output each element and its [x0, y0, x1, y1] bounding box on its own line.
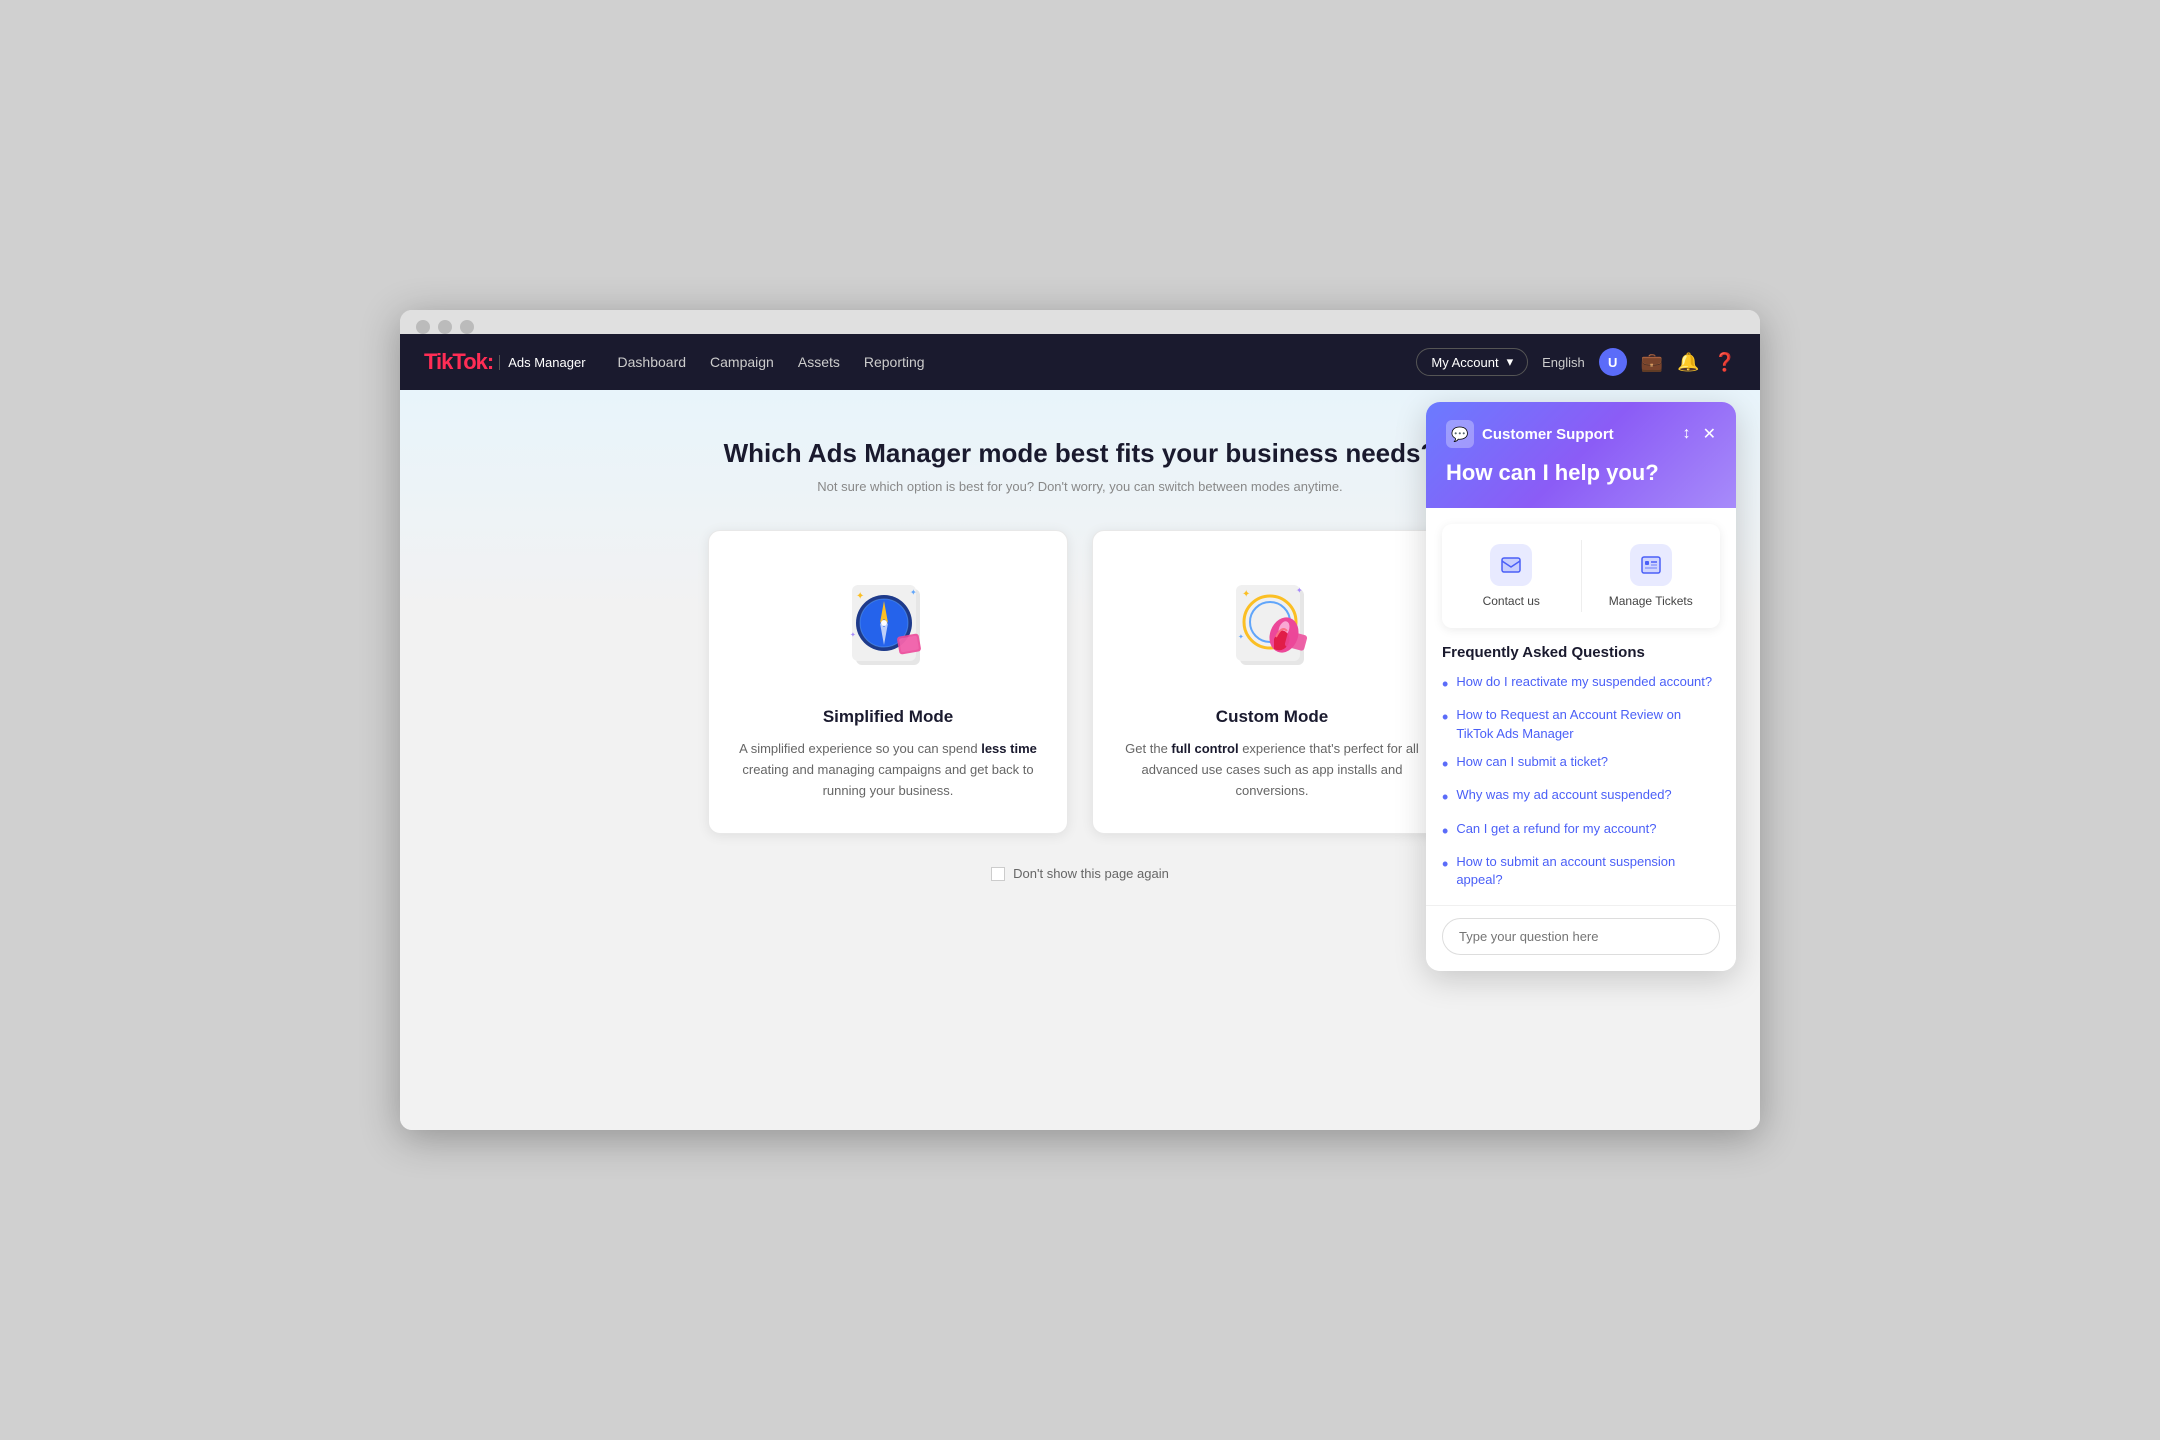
- support-body: Contact us: [1426, 508, 1736, 905]
- tickets-icon-box: [1630, 544, 1672, 586]
- contact-us-action[interactable]: Contact us: [1454, 536, 1569, 616]
- support-logo-icon: 💬: [1446, 420, 1474, 448]
- simplified-card-desc: A simplified experience so you can spend…: [737, 739, 1039, 801]
- account-dropdown[interactable]: My Account ▾: [1416, 348, 1528, 376]
- simplified-card-title: Simplified Mode: [737, 707, 1039, 727]
- dot-yellow: [438, 320, 452, 334]
- page-title: Which Ads Manager mode best fits your bu…: [624, 438, 1536, 469]
- briefcase-icon[interactable]: 💼: [1641, 352, 1663, 373]
- help-icon[interactable]: ❓: [1714, 352, 1736, 373]
- faq-bullet-2: •: [1442, 753, 1448, 776]
- simplified-desc-bold: less time: [981, 741, 1037, 756]
- custom-desc-prefix: Get the: [1125, 741, 1171, 756]
- browser-dots: [416, 320, 1744, 334]
- faq-link-4[interactable]: Can I get a refund for my account?: [1456, 820, 1656, 838]
- contact-icon: [1499, 553, 1523, 577]
- navbar: TikTok: Ads Manager Dashboard Campaign A…: [400, 334, 1760, 390]
- svg-text:✦: ✦: [910, 588, 917, 597]
- faq-link-3[interactable]: Why was my ad account suspended?: [1456, 786, 1671, 804]
- nav-assets[interactable]: Assets: [798, 350, 840, 374]
- faq-bullet-1: •: [1442, 706, 1448, 729]
- custom-desc-bold: full control: [1171, 741, 1238, 756]
- browser-window: TikTok: Ads Manager Dashboard Campaign A…: [400, 310, 1760, 1130]
- navbar-right: My Account ▾ English U 💼 🔔 ❓: [1416, 348, 1736, 376]
- faq-title: Frequently Asked Questions: [1442, 644, 1720, 661]
- support-header-actions: ↕ ✕: [1683, 424, 1716, 444]
- chevron-down-icon: ▾: [1507, 354, 1514, 370]
- svg-text:✦: ✦: [1296, 586, 1303, 595]
- support-title: How can I help you?: [1446, 460, 1716, 486]
- user-avatar[interactable]: U: [1599, 348, 1627, 376]
- svg-text:✦: ✦: [1242, 589, 1250, 600]
- support-panel: 💬 Customer Support ↕ ✕ How can I help yo…: [1426, 402, 1736, 971]
- page-subtitle: Not sure which option is best for you? D…: [624, 479, 1536, 494]
- support-search-input[interactable]: [1442, 918, 1720, 955]
- svg-text:✦: ✦: [856, 591, 864, 602]
- mode-cards: ✦ ✦ ✦ Simplified Mode A simplified exper…: [624, 530, 1536, 834]
- actions-divider: [1581, 540, 1582, 612]
- svg-text:✦: ✦: [1238, 633, 1244, 641]
- ads-manager-label: Ads Manager: [499, 355, 585, 370]
- support-input-row: [1426, 905, 1736, 971]
- nav-reporting[interactable]: Reporting: [864, 350, 925, 374]
- account-label: My Account: [1431, 355, 1498, 370]
- faq-item-2[interactable]: • How can I submit a ticket?: [1442, 753, 1720, 776]
- nav-campaign[interactable]: Campaign: [710, 350, 774, 374]
- support-expand-button[interactable]: ↕: [1683, 425, 1691, 443]
- support-actions-row: Contact us: [1442, 524, 1720, 628]
- faq-bullet-5: •: [1442, 853, 1448, 876]
- mode-selector: Which Ads Manager mode best fits your bu…: [600, 390, 1560, 913]
- nav-dashboard[interactable]: Dashboard: [618, 350, 687, 374]
- dot-red: [416, 320, 430, 334]
- simplified-mode-card[interactable]: ✦ ✦ ✦ Simplified Mode A simplified exper…: [708, 530, 1068, 834]
- dont-show-label: Don't show this page again: [1013, 866, 1169, 881]
- contact-us-label: Contact us: [1483, 594, 1540, 608]
- dot-green: [460, 320, 474, 334]
- faq-item-4[interactable]: • Can I get a refund for my account?: [1442, 820, 1720, 843]
- custom-icon: ✦ ✦ ✦: [1212, 567, 1332, 687]
- faq-link-5[interactable]: How to submit an account suspension appe…: [1456, 853, 1720, 889]
- tiktok-colon: :: [487, 349, 493, 374]
- main-content: Which Ads Manager mode best fits your bu…: [400, 390, 1760, 1130]
- tiktok-text: TikTok: [424, 349, 487, 374]
- simplified-icon: ✦ ✦ ✦: [828, 567, 948, 687]
- faq-item-0[interactable]: • How do I reactivate my suspended accou…: [1442, 673, 1720, 696]
- support-brand: 💬 Customer Support: [1446, 420, 1614, 448]
- tickets-icon: [1639, 553, 1663, 577]
- custom-mode-card[interactable]: ✦ ✦ ✦ Custom Mode Get the full control e…: [1092, 530, 1452, 834]
- faq-bullet-4: •: [1442, 820, 1448, 843]
- custom-card-desc: Get the full control experience that's p…: [1121, 739, 1423, 801]
- support-brand-label: Customer Support: [1482, 426, 1614, 443]
- tiktok-logo: TikTok:: [424, 349, 493, 375]
- manage-tickets-action[interactable]: Manage Tickets: [1594, 536, 1709, 616]
- faq-item-3[interactable]: • Why was my ad account suspended?: [1442, 786, 1720, 809]
- dont-show-checkbox[interactable]: [991, 867, 1005, 881]
- faq-link-1[interactable]: How to Request an Account Review on TikT…: [1456, 706, 1720, 742]
- support-header-top: 💬 Customer Support ↕ ✕: [1446, 420, 1716, 448]
- browser-chrome: [400, 310, 1760, 334]
- custom-card-title: Custom Mode: [1121, 707, 1423, 727]
- faq-link-2[interactable]: How can I submit a ticket?: [1456, 753, 1608, 771]
- manage-tickets-label: Manage Tickets: [1609, 594, 1693, 608]
- faq-item-1[interactable]: • How to Request an Account Review on Ti…: [1442, 706, 1720, 742]
- brand: TikTok: Ads Manager: [424, 349, 586, 375]
- faq-section: Frequently Asked Questions • How do I re…: [1442, 644, 1720, 889]
- bell-icon[interactable]: 🔔: [1677, 352, 1699, 373]
- faq-bullet-3: •: [1442, 786, 1448, 809]
- faq-item-5[interactable]: • How to submit an account suspension ap…: [1442, 853, 1720, 889]
- contact-icon-box: [1490, 544, 1532, 586]
- faq-link-0[interactable]: How do I reactivate my suspended account…: [1456, 673, 1712, 691]
- support-close-button[interactable]: ✕: [1703, 424, 1716, 444]
- support-header: 💬 Customer Support ↕ ✕ How can I help yo…: [1426, 402, 1736, 508]
- navbar-nav: Dashboard Campaign Assets Reporting: [618, 350, 1385, 374]
- faq-list: • How do I reactivate my suspended accou…: [1442, 673, 1720, 889]
- svg-text:✦: ✦: [850, 631, 856, 639]
- lang-label[interactable]: English: [1542, 355, 1585, 370]
- browser-body: TikTok: Ads Manager Dashboard Campaign A…: [400, 334, 1760, 1130]
- simplified-desc-suffix: creating and managing campaigns and get …: [742, 762, 1033, 798]
- dont-show-row: Don't show this page again: [624, 866, 1536, 881]
- simplified-desc-prefix: A simplified experience so you can spend: [739, 741, 981, 756]
- faq-bullet-0: •: [1442, 673, 1448, 696]
